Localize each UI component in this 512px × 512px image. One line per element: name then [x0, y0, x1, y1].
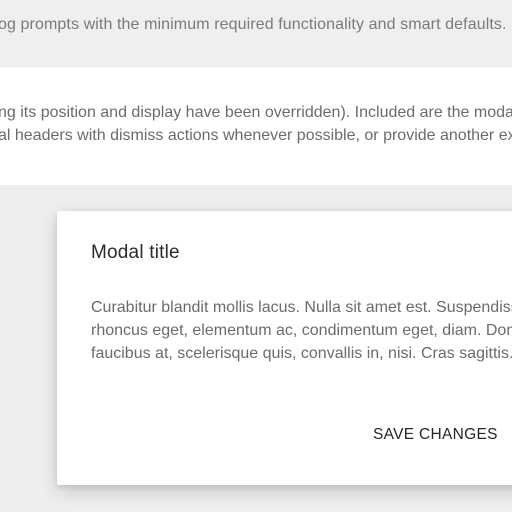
save-changes-button[interactable]: SAVE CHANGES — [361, 422, 510, 448]
doc-text-line: al headers with dismiss actions whenever… — [0, 127, 512, 144]
modal-body: Curabitur blandit mollis lacus. Nulla si… — [91, 296, 512, 365]
modal-body-line: rhoncus eget, elementum ac, condimentum … — [91, 322, 512, 339]
modal-body-line: faucibus at, scelerisque quis, convallis… — [91, 345, 512, 362]
intro-section: og prompts with the minimum required fun… — [0, 0, 512, 66]
doc-panel: ng its position and display have been ov… — [0, 67, 512, 185]
modal-body-line: Curabitur blandit mollis lacus. Nulla si… — [91, 299, 512, 316]
modal-title: Modal title — [91, 242, 180, 263]
doc-text-line: ng its position and display have been ov… — [0, 104, 512, 121]
page: og prompts with the minimum required fun… — [0, 0, 512, 512]
intro-text: og prompts with the minimum required fun… — [0, 16, 507, 33]
modal-dialog: Modal title Curabitur blandit mollis lac… — [57, 211, 512, 485]
